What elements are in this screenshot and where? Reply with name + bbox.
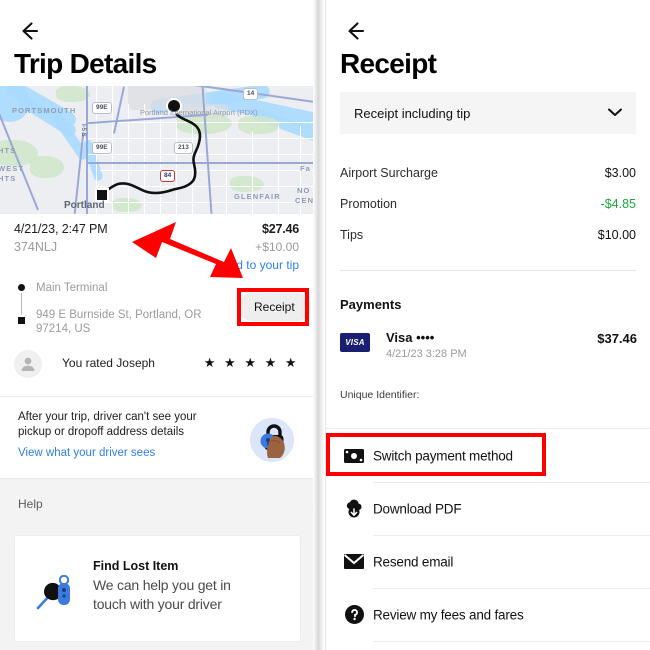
car-keys-icon bbox=[35, 574, 81, 611]
map-label-portsmouth: PORTSMOUTH bbox=[12, 106, 77, 115]
receipt-button[interactable]: Receipt bbox=[238, 293, 311, 321]
fare-label: Airport Surcharge bbox=[340, 166, 438, 180]
map-label-west: WEST bbox=[0, 164, 25, 173]
dropoff-square-icon bbox=[18, 317, 25, 324]
divider bbox=[0, 396, 313, 397]
map-label-hts: HTS bbox=[0, 174, 17, 183]
trip-meta: 4/21/23, 2:47 PM 374NLJ bbox=[14, 222, 108, 254]
map-city-label: Portland bbox=[64, 200, 105, 211]
cloud-download-icon bbox=[344, 499, 364, 519]
back-arrow-icon[interactable] bbox=[15, 18, 41, 44]
menu-item-resend-email[interactable]: Resend email bbox=[326, 535, 650, 588]
fare-value: $3.00 bbox=[604, 166, 636, 180]
divider bbox=[373, 641, 650, 642]
map-shield-i5: I-5 S bbox=[80, 124, 86, 137]
cash-bill-icon bbox=[344, 446, 364, 466]
map-shield-99e-b: 99E bbox=[92, 142, 112, 154]
annotation-arrow bbox=[130, 222, 245, 280]
unique-identifier-label: Unique Identifier: bbox=[340, 389, 420, 401]
fare-label: Tips bbox=[340, 228, 364, 242]
trip-datetime: 4/21/23, 2:47 PM bbox=[14, 222, 108, 236]
menu-item-download-pdf[interactable]: Download PDF bbox=[326, 482, 650, 535]
chevron-down-icon bbox=[608, 104, 622, 122]
fare-value: -$4.85 bbox=[600, 197, 636, 211]
payment-amount: $37.46 bbox=[597, 331, 637, 346]
panel-divider bbox=[313, 0, 325, 650]
route-connector-line bbox=[21, 293, 22, 315]
map-label-cen: CEN bbox=[295, 196, 313, 205]
divider bbox=[340, 270, 636, 271]
hand-holding-lock-icon bbox=[246, 414, 298, 466]
map-label-no: NO bbox=[297, 186, 311, 195]
map-shield-i84: 84 bbox=[160, 170, 176, 182]
person-avatar-icon bbox=[14, 350, 42, 378]
map-label-fa: Fa bbox=[300, 164, 311, 173]
map-poi-label: Portland International Airport (PDX) bbox=[140, 108, 258, 117]
fare-value: $10.00 bbox=[597, 228, 636, 242]
envelope-icon bbox=[344, 552, 364, 572]
receipt-type-dropdown[interactable]: Receipt including tip bbox=[340, 92, 636, 134]
help-section-label: Help bbox=[18, 497, 43, 511]
trip-details-panel: Trip Details PORTSMOUTH HTS WEST HTS GLE… bbox=[0, 0, 313, 650]
rating-text: You rated Joseph bbox=[62, 356, 155, 370]
fare-row: Airport Surcharge $3.00 bbox=[340, 166, 636, 180]
payment-timestamp: 4/21/23 3:28 PM bbox=[386, 348, 467, 360]
receipt-type-value: Receipt including tip bbox=[354, 105, 471, 121]
map-label-glenfair: GLENFAIR bbox=[234, 192, 281, 201]
menu-item-review-fees-and-fares[interactable]: Review my fees and fares bbox=[326, 588, 650, 641]
menu-item-label: Switch payment method bbox=[373, 448, 513, 463]
pickup-address: Main Terminal bbox=[36, 282, 108, 294]
menu-item-switch-payment-method[interactable]: Switch payment method bbox=[326, 429, 650, 482]
payments-heading: Payments bbox=[340, 297, 402, 312]
map-shield-99e-a: 99E bbox=[92, 102, 112, 114]
find-lost-item-subtitle: We can help you get in touch with your d… bbox=[93, 577, 231, 612]
view-driver-sees-link[interactable]: View what your driver sees bbox=[18, 447, 155, 459]
map-shield-213: 213 bbox=[174, 142, 193, 154]
menu-item-label: Review my fees and fares bbox=[373, 607, 524, 622]
page-title: Receipt bbox=[340, 48, 437, 79]
find-lost-item-title: Find Lost Item bbox=[93, 559, 179, 573]
visa-card-icon: VISA bbox=[340, 333, 370, 352]
star-rating-icon: ★ ★ ★ ★ ★ bbox=[203, 355, 299, 370]
menu-item-label: Resend email bbox=[373, 554, 454, 569]
question-mark-circle-icon bbox=[344, 605, 364, 625]
back-arrow-icon[interactable] bbox=[341, 18, 367, 44]
receipt-panel: Receipt Receipt including tip Airport Su… bbox=[325, 0, 650, 650]
trip-map[interactable]: PORTSMOUTH HTS WEST HTS GLENFAIR NO CEN … bbox=[0, 86, 313, 214]
screenshot-root: Trip Details PORTSMOUTH HTS WEST HTS GLE… bbox=[0, 0, 650, 650]
fare-label: Promotion bbox=[340, 197, 397, 211]
trip-plate: 374NLJ bbox=[14, 240, 58, 254]
map-label-rk: HTS bbox=[0, 146, 17, 155]
dropoff-address: 949 E Burnside St, Portland, OR 97214, U… bbox=[36, 309, 202, 335]
route-indicator bbox=[17, 284, 29, 324]
pickup-dot-icon bbox=[18, 284, 25, 291]
map-shield-14: 14 bbox=[243, 88, 259, 100]
fare-row: Promotion -$4.85 bbox=[340, 197, 636, 211]
payment-card-name: Visa •••• bbox=[386, 330, 435, 345]
privacy-text: After your trip, driver can't see your p… bbox=[18, 411, 197, 438]
menu-item-label: Download PDF bbox=[373, 501, 462, 516]
page-title: Trip Details bbox=[14, 48, 157, 79]
fare-row: Tips $10.00 bbox=[340, 228, 636, 242]
driver-rating-row[interactable]: You rated Joseph ★ ★ ★ ★ ★ bbox=[14, 350, 299, 380]
